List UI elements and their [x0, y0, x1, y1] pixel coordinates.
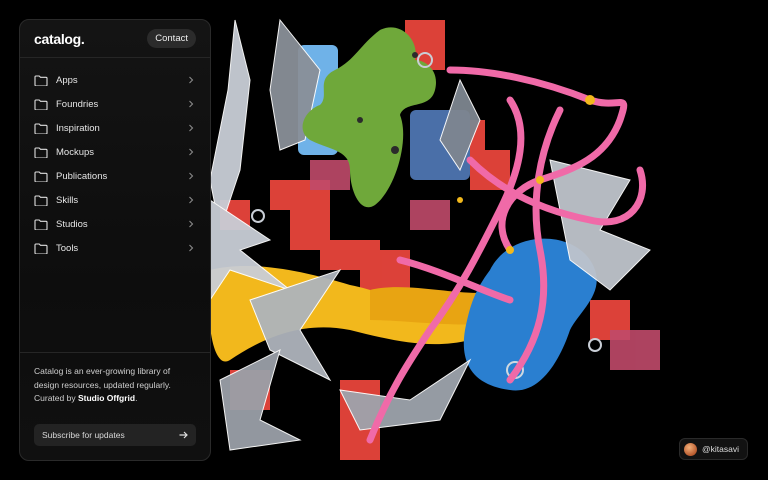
- artist-credit-badge[interactable]: @kitasavi: [679, 438, 748, 460]
- nav-item-foundries[interactable]: Foundries: [20, 92, 210, 116]
- chevron-right-icon: [188, 172, 194, 180]
- nav-item-label: Studios: [56, 218, 88, 230]
- nav-item-mockups[interactable]: Mockups: [20, 140, 210, 164]
- contact-button[interactable]: Contact: [147, 29, 196, 48]
- catalog-panel: catalog. Contact Apps Foundries Inspirat…: [19, 19, 211, 461]
- nav-item-studios[interactable]: Studios: [20, 212, 210, 236]
- folder-icon: [34, 122, 48, 134]
- folder-icon: [34, 146, 48, 158]
- chevron-right-icon: [188, 220, 194, 228]
- chevron-right-icon: [188, 100, 194, 108]
- chevron-right-icon: [188, 76, 194, 84]
- abstract-3d-collage: [210, 18, 660, 460]
- nav-item-label: Inspiration: [56, 122, 100, 134]
- about-text: Catalog is an ever-growing library of de…: [34, 365, 196, 406]
- curator-link[interactable]: Studio Offgrid: [78, 393, 135, 403]
- folder-icon: [34, 194, 48, 206]
- nav-item-label: Apps: [56, 74, 78, 86]
- chevron-right-icon: [188, 148, 194, 156]
- nav-item-skills[interactable]: Skills: [20, 188, 210, 212]
- folder-icon: [34, 218, 48, 230]
- folder-icon: [34, 74, 48, 86]
- avatar: [684, 442, 698, 456]
- nav-item-apps[interactable]: Apps: [20, 68, 210, 92]
- arrow-right-icon: [179, 431, 188, 439]
- category-nav: Apps Foundries Inspiration Mockups Publi…: [20, 58, 210, 260]
- chevron-right-icon: [188, 244, 194, 252]
- panel-header: catalog. Contact: [20, 20, 210, 58]
- subscribe-label: Subscribe for updates: [42, 430, 125, 440]
- artist-handle: @kitasavi: [702, 444, 739, 454]
- nav-item-label: Skills: [56, 194, 79, 206]
- nav-item-label: Publications: [56, 170, 108, 182]
- nav-item-inspiration[interactable]: Inspiration: [20, 116, 210, 140]
- nav-item-label: Tools: [56, 242, 79, 254]
- nav-item-tools[interactable]: Tools: [20, 236, 210, 260]
- nav-item-publications[interactable]: Publications: [20, 164, 210, 188]
- folder-icon: [34, 242, 48, 254]
- nav-item-label: Mockups: [56, 146, 95, 158]
- about-period: .: [135, 393, 138, 404]
- folder-icon: [34, 170, 48, 182]
- hero-artwork: [210, 0, 768, 480]
- panel-footer: Catalog is an ever-growing library of de…: [20, 352, 210, 460]
- subscribe-button[interactable]: Subscribe for updates: [34, 424, 196, 446]
- folder-icon: [34, 98, 48, 110]
- chevron-right-icon: [188, 196, 194, 204]
- chevron-right-icon: [188, 124, 194, 132]
- catalog-logo[interactable]: catalog.: [34, 31, 85, 47]
- nav-item-label: Foundries: [56, 98, 99, 110]
